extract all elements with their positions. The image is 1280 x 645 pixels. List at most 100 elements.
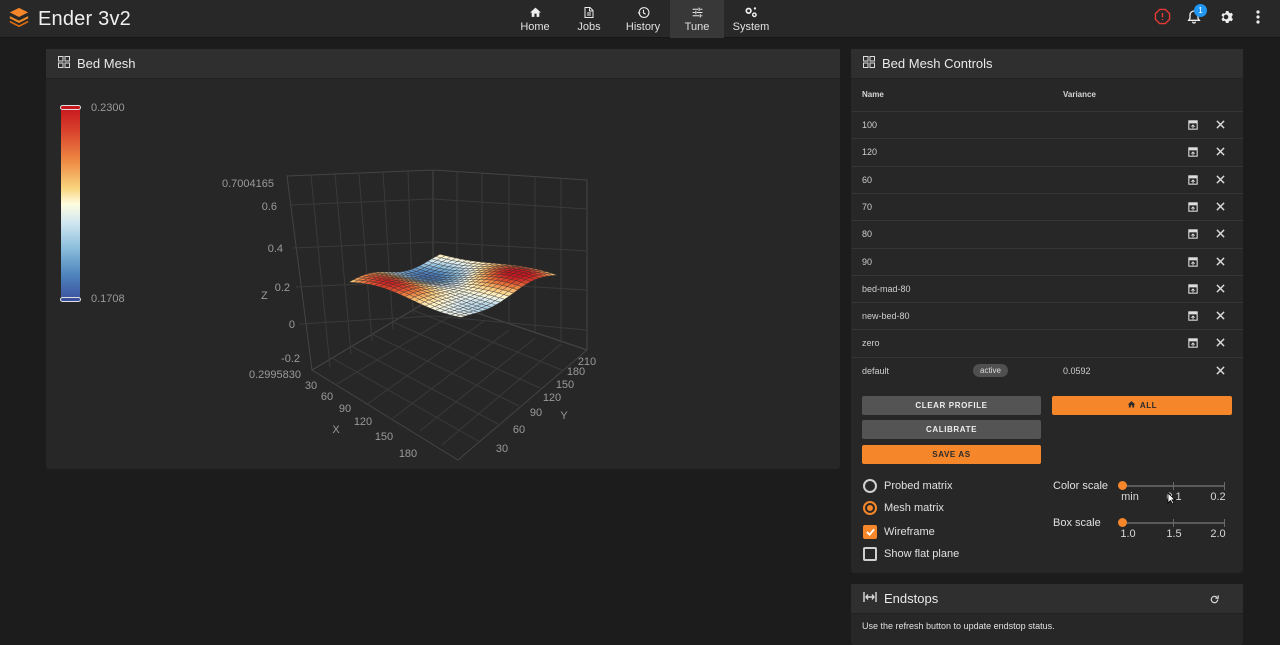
profile-row[interactable]: 80 bbox=[852, 220, 1243, 247]
home-all-button[interactable]: ALL bbox=[1052, 396, 1232, 415]
profile-name: 80 bbox=[862, 229, 873, 240]
delete-profile-icon[interactable] bbox=[1216, 202, 1225, 213]
box-scale-slider[interactable] bbox=[1118, 518, 1225, 527]
wireframe-checkbox[interactable]: Wireframe bbox=[863, 525, 935, 539]
save-profile-icon[interactable] bbox=[1188, 256, 1198, 269]
color-scale-label: Color scale bbox=[1053, 480, 1109, 492]
save-profile-icon[interactable] bbox=[1188, 174, 1198, 187]
app-title: Ender 3v2 bbox=[38, 7, 131, 30]
y-tick-30: 30 bbox=[496, 443, 508, 455]
box-scale-tick-min: 1.0 bbox=[1120, 528, 1136, 540]
profile-row[interactable]: new-bed-80 bbox=[852, 302, 1243, 329]
bed-mesh-controls-header: Bed Mesh Controls bbox=[851, 49, 1243, 79]
nav-home-label: Home bbox=[520, 21, 550, 33]
y-tick-120: 120 bbox=[543, 392, 561, 404]
profile-name: 90 bbox=[862, 256, 873, 267]
wireframe-label: Wireframe bbox=[884, 526, 935, 538]
save-profile-icon[interactable] bbox=[1188, 311, 1198, 323]
mesh-3d-plot[interactable]: 0.7004165 0.6 0.4 0.2 0 -0.2 0.2995830 Z… bbox=[46, 80, 840, 469]
history-icon bbox=[637, 5, 650, 19]
delete-profile-icon[interactable] bbox=[1216, 256, 1225, 268]
y-tick-60: 60 bbox=[513, 424, 525, 436]
column-header-variance: Variance bbox=[1063, 90, 1096, 99]
probed-matrix-radio[interactable]: Probed matrix bbox=[863, 479, 952, 493]
tune-icon bbox=[691, 5, 704, 19]
profile-name: bed-mad-80 bbox=[862, 283, 911, 294]
delete-profile-icon[interactable] bbox=[1216, 120, 1225, 131]
delete-profile-icon[interactable] bbox=[1216, 366, 1225, 377]
mesh-surface bbox=[348, 254, 558, 318]
notification-badge: 1 bbox=[1194, 4, 1207, 17]
profile-name: 70 bbox=[862, 201, 873, 212]
save-as-button[interactable]: SAVE AS bbox=[862, 445, 1041, 464]
save-profile-icon[interactable] bbox=[1188, 229, 1198, 241]
emergency-stop-button[interactable] bbox=[1146, 3, 1178, 35]
box-scale-tick-max: 2.0 bbox=[1210, 528, 1226, 540]
delete-profile-icon[interactable] bbox=[1216, 338, 1225, 349]
box-scale-tick-mid: 1.5 bbox=[1166, 528, 1182, 540]
mouse-cursor bbox=[1167, 492, 1176, 510]
z-tick-neg02: -0.2 bbox=[281, 353, 300, 365]
show-flat-plane-checkbox[interactable]: Show flat plane bbox=[863, 547, 959, 561]
bed-mesh-controls-title: Bed Mesh Controls bbox=[882, 56, 993, 71]
home-icon bbox=[1127, 400, 1140, 411]
save-profile-icon[interactable] bbox=[1188, 147, 1198, 159]
color-scale-tick-max: 0.2 bbox=[1210, 491, 1226, 503]
probed-matrix-label: Probed matrix bbox=[884, 480, 953, 492]
z-tick-06: 0.6 bbox=[262, 201, 277, 213]
profile-row[interactable]: 90 bbox=[852, 247, 1243, 275]
profile-name: default bbox=[862, 365, 890, 376]
nav-home[interactable]: Home bbox=[508, 0, 562, 38]
slider-tick bbox=[1173, 519, 1174, 527]
z-tick-04: 0.4 bbox=[268, 243, 283, 255]
profile-name: new-bed-80 bbox=[862, 311, 910, 322]
z-tick-02: 0.2 bbox=[275, 282, 290, 294]
profile-row[interactable]: zero bbox=[852, 329, 1243, 356]
save-profile-icon[interactable] bbox=[1188, 120, 1198, 132]
delete-profile-icon[interactable] bbox=[1216, 229, 1225, 240]
z-tick-top: 0.7004165 bbox=[222, 178, 274, 190]
brand[interactable]: Ender 3v2 bbox=[8, 5, 131, 33]
profile-name: 120 bbox=[862, 147, 878, 158]
save-profile-icon[interactable] bbox=[1188, 338, 1198, 350]
save-profile-icon[interactable] bbox=[1188, 284, 1198, 296]
arrow-expand-horizontal-icon bbox=[863, 591, 884, 606]
delete-profile-icon[interactable] bbox=[1216, 284, 1225, 295]
nav-tune[interactable]: Tune bbox=[670, 0, 724, 38]
grid-icon bbox=[58, 56, 77, 71]
checkbox-checked bbox=[863, 525, 877, 539]
more-menu-button[interactable] bbox=[1242, 3, 1274, 35]
y-tick-150: 150 bbox=[556, 379, 574, 391]
calibrate-button[interactable]: CALIBRATE bbox=[862, 420, 1041, 439]
notifications-button[interactable]: 1 bbox=[1178, 3, 1210, 35]
refresh-icon[interactable] bbox=[1209, 593, 1227, 608]
box-scale-thumb[interactable] bbox=[1118, 518, 1127, 527]
save-profile-icon[interactable] bbox=[1188, 202, 1198, 214]
y-axis-label: Y bbox=[560, 410, 568, 422]
nav-history[interactable]: History bbox=[616, 0, 670, 38]
color-scale-thumb[interactable] bbox=[1118, 481, 1127, 490]
nav-jobs-label: Jobs bbox=[577, 21, 601, 33]
profile-row[interactable]: bed-mad-80 bbox=[852, 274, 1243, 302]
profile-row[interactable]: 100 bbox=[852, 111, 1243, 138]
profile-row[interactable]: 60 bbox=[852, 165, 1243, 193]
profile-name: zero bbox=[862, 338, 880, 349]
profile-row[interactable]: 120 bbox=[852, 138, 1243, 165]
profile-row[interactable]: default active 0.0592 bbox=[852, 356, 1243, 384]
y-tick-210: 210 bbox=[578, 356, 596, 368]
clear-profile-button[interactable]: CLEAR PROFILE bbox=[862, 396, 1041, 415]
nav-system[interactable]: System bbox=[724, 0, 778, 38]
nav-tune-label: Tune bbox=[684, 21, 710, 33]
profile-row[interactable]: 70 bbox=[852, 192, 1243, 220]
delete-profile-icon[interactable] bbox=[1216, 147, 1225, 158]
bed-mesh-title: Bed Mesh bbox=[77, 56, 136, 71]
delete-profile-icon[interactable] bbox=[1216, 311, 1225, 322]
delete-profile-icon[interactable] bbox=[1216, 174, 1225, 186]
settings-button[interactable] bbox=[1210, 3, 1242, 35]
color-scale-slider[interactable] bbox=[1118, 481, 1225, 490]
mesh-matrix-radio[interactable]: Mesh matrix bbox=[863, 501, 944, 515]
mesh-matrix-label: Mesh matrix bbox=[884, 502, 944, 514]
nav-jobs[interactable]: Jobs bbox=[562, 0, 616, 38]
x-axis-label: X bbox=[332, 424, 340, 436]
radio-indicator-selected bbox=[863, 501, 877, 515]
